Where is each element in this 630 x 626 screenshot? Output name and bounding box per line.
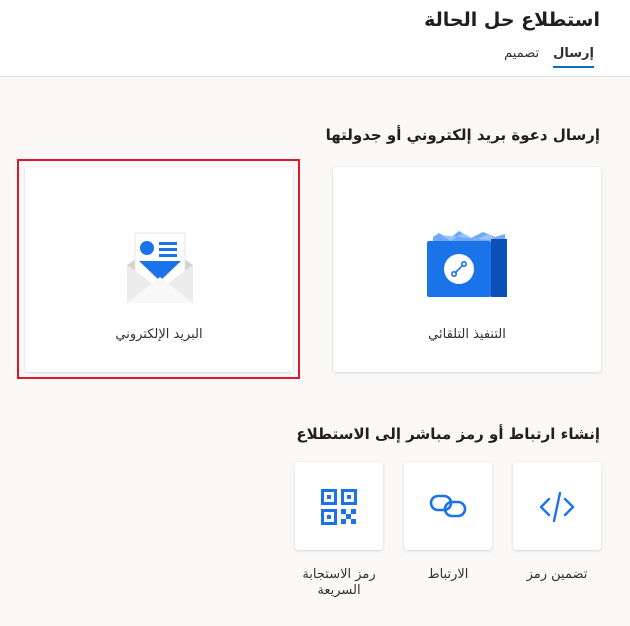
- tab-bar: إرسال تصميم: [504, 46, 594, 68]
- link-card[interactable]: [404, 462, 492, 550]
- tab-send[interactable]: إرسال: [553, 46, 594, 68]
- link-icon: [429, 492, 467, 524]
- embed-code-icon: [539, 490, 575, 528]
- header: استطلاع حل الحالة إرسال تصميم: [0, 0, 630, 77]
- email-icon: [125, 231, 195, 309]
- embed-code-label: تضمين رمز: [526, 567, 588, 582]
- automation-card[interactable]: التنفيذ التلقائي: [333, 167, 601, 372]
- automation-label: التنفيذ التلقائي: [428, 327, 506, 342]
- link-label: الارتباط: [427, 567, 469, 582]
- page-title: استطلاع حل الحالة: [424, 9, 600, 31]
- embed-code-card[interactable]: [513, 462, 601, 550]
- qr-code-icon: [321, 489, 357, 529]
- tab-design[interactable]: تصميم: [504, 46, 539, 67]
- qr-code-card[interactable]: [295, 462, 383, 550]
- email-section-title: إرسال دعوة بريد إلكتروني أو جدولتها: [325, 126, 600, 144]
- qr-code-label: رمز الاستجابة السريعة: [302, 567, 376, 598]
- email-card[interactable]: البريد الإلكتروني: [25, 167, 293, 372]
- link-section-title: إنشاء ارتباط أو رمز مباشر إلى الاستطلاع: [296, 425, 600, 443]
- email-label: البريد الإلكتروني: [115, 327, 203, 342]
- automation-icon: [427, 231, 507, 305]
